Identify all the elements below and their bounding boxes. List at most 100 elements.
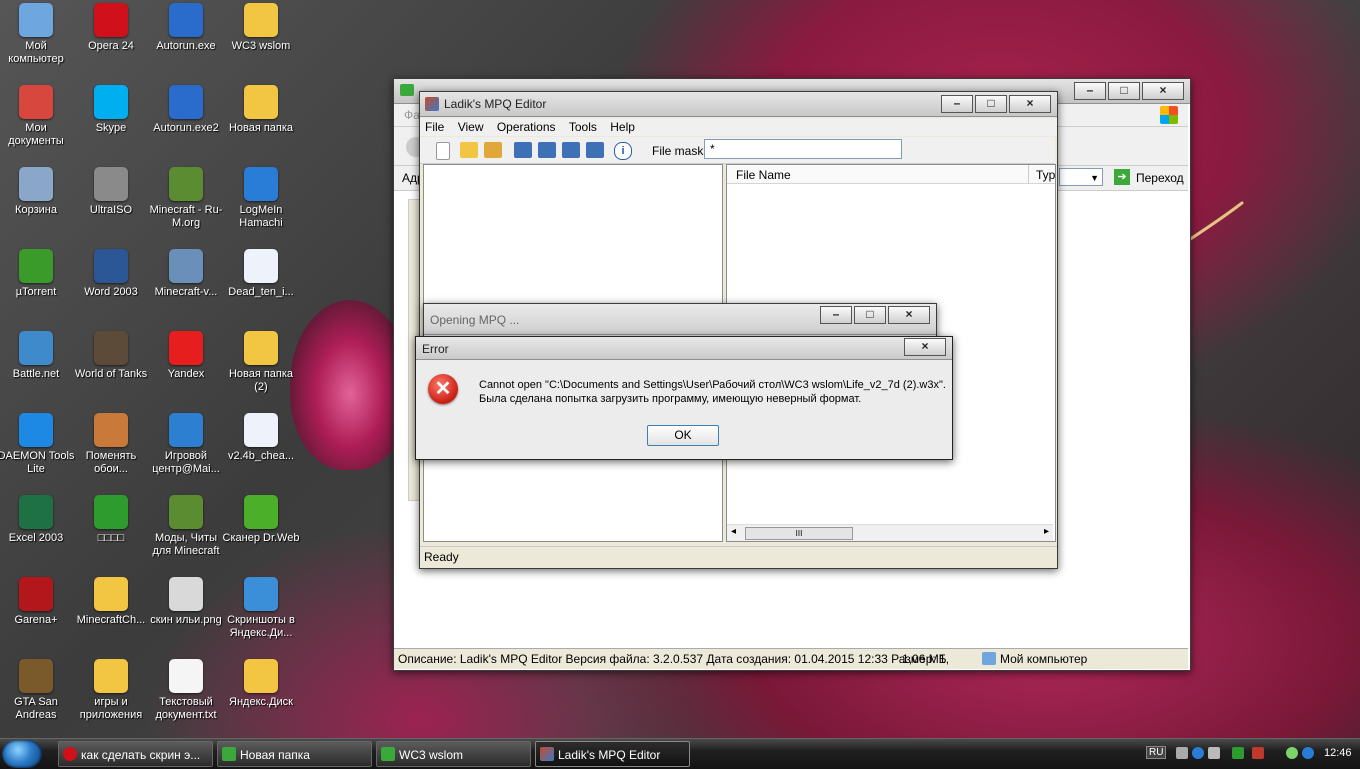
desktop-icon[interactable]: µTorrent [0,249,75,299]
my-documents-icon [19,85,53,119]
menu-tools[interactable]: Tools [564,118,602,136]
desktop-icon[interactable]: игры и приложения [72,659,150,722]
desktop-icon[interactable]: Yandex [147,331,225,381]
close-button[interactable]: × [904,338,946,356]
desktop-icon[interactable]: Игровой центр@Mai... [147,413,225,476]
desktop-icon[interactable]: Мой компьютер [0,3,75,66]
menu-file-partial[interactable]: Фа [404,108,420,122]
desktop-icon[interactable]: Поменять обои... [72,413,150,476]
mpq-titlebar[interactable]: Ladik's MPQ Editor – □ × [420,92,1057,117]
menu-view[interactable]: View [453,118,489,136]
menu-file[interactable]: File [420,118,449,136]
go-arrow-icon[interactable]: ➔ [1114,169,1130,185]
desktop-icon[interactable]: Мои документы [0,85,75,148]
desktop-icon[interactable]: Корзина [0,167,75,217]
taskbar-item-mpq-editor[interactable]: Ladik's MPQ Editor [535,741,690,767]
language-indicator[interactable]: RU [1146,746,1167,759]
start-button[interactable] [2,740,42,768]
desktop-icon[interactable]: Minecraft-v... [147,249,225,299]
new-file-icon[interactable] [436,142,450,160]
desktop-icon[interactable]: Новая папка [222,85,300,135]
taskbar-item-opera[interactable]: как сделать скрин э... [58,741,213,767]
ok-button[interactable]: OK [647,425,719,446]
desktop-icon-label: Yandex [167,368,205,380]
scroll-thumb[interactable]: III [745,527,853,540]
close-button[interactable]: × [888,306,930,324]
horizontal-scrollbar[interactable]: ◂ III ▸ [727,524,1053,541]
desktop-icon[interactable]: Autorun.exe2 [147,85,225,135]
column-file-name[interactable]: File Name [736,168,791,182]
error-dialog[interactable]: Error × ✕ Cannot open "C:\Documents and … [415,336,953,460]
scroll-left-icon[interactable]: ◂ [731,526,736,537]
minimize-button[interactable]: – [820,306,852,324]
desktop-icon[interactable]: Word 2003 [72,249,150,299]
desktop-icon-label: игры и приложения [79,696,143,721]
scroll-right-icon[interactable]: ▸ [1044,526,1049,537]
open-folder-icon[interactable] [460,142,478,158]
desktop-icon[interactable]: Моды, Читы для Minecraft [147,495,225,558]
desktop-icon[interactable]: Сканер Dr.Web [222,495,300,545]
view-details-icon[interactable] [586,142,604,158]
recycle-bin-icon [19,167,53,201]
tray-network-icon[interactable] [1176,747,1188,759]
menu-help[interactable]: Help [605,118,640,136]
file-mask-input[interactable]: * [704,139,902,159]
desktop-icon[interactable]: Minecraft - Ru-M.org [147,167,225,230]
maximize-button[interactable]: □ [854,306,886,324]
address-dropdown[interactable]: ▼ [1059,168,1103,186]
desktop-icon[interactable]: WC3 wslom [222,3,300,53]
tray-shield-icon[interactable] [1232,747,1244,759]
tray-yandex-icon[interactable] [1286,747,1298,759]
close-button[interactable]: × [1009,95,1051,113]
desktop-icon[interactable]: LogMeIn Hamachi [222,167,300,230]
desktop-icon-label: Игровой центр@Mai... [152,450,220,475]
view-small-icons-icon[interactable] [538,142,556,158]
tray-antivirus-icon[interactable] [1252,747,1264,759]
close-button[interactable]: × [1142,82,1184,100]
desktop-icon[interactable]: Dead_ten_i... [222,249,300,299]
minimize-button[interactable]: – [941,95,973,113]
desktop-icon[interactable]: Opera 24 [72,3,150,53]
opening-titlebar[interactable]: Opening MPQ ... – □ × [424,304,936,335]
desktop-icon[interactable]: Skype [72,85,150,135]
tray-volume-icon[interactable] [1208,747,1220,759]
error-titlebar[interactable]: Error × [416,337,952,360]
go-button[interactable]: Переход [1136,171,1184,185]
minimize-button[interactable]: – [1074,82,1106,100]
desktop-icon[interactable]: скин ильи.png [147,577,225,627]
desktop-icon[interactable]: GTA San Andreas [0,659,75,722]
tray-hamachi2-icon[interactable] [1302,747,1314,759]
desktop-icon[interactable]: □□□□ [72,495,150,545]
desktop-icon[interactable]: DAEMON Tools Lite [0,413,75,476]
taskbar-item-new-folder[interactable]: Новая папка [217,741,372,767]
info-icon[interactable]: i [614,142,632,160]
excel-icon [19,495,53,529]
desktop-icon[interactable]: World of Tanks [72,331,150,381]
minecraft-icon [169,167,203,201]
taskbar-item-wc3-wslom[interactable]: WC3 wslom [376,741,531,767]
battlenet-icon [19,331,53,365]
column-type[interactable]: Typ [1036,168,1055,182]
desktop-icon[interactable]: Excel 2003 [0,495,75,545]
open-folder-star-icon[interactable] [484,142,502,158]
desktop-icon[interactable]: Текстовый документ.txt [147,659,225,722]
desktop-icon[interactable]: v2.4b_chea... [222,413,300,463]
desktop-icon[interactable]: Battle.net [0,331,75,381]
desktop-icon[interactable]: Autorun.exe [147,3,225,53]
desktop-icon[interactable]: UltraISO [72,167,150,217]
maximize-button[interactable]: □ [1108,82,1140,100]
maximize-button[interactable]: □ [975,95,1007,113]
desktop-icon[interactable]: Garena+ [0,577,75,627]
desktop-icon[interactable]: Новая папка (2) [222,331,300,394]
desktop-icon[interactable]: MinecraftCh... [72,577,150,627]
view-large-icons-icon[interactable] [514,142,532,158]
taskbar: как сделать скрин э... Новая папка WC3 w… [0,738,1360,769]
desktop-icon-label: Текстовый документ.txt [155,696,217,721]
desktop-icon[interactable]: Яндекс.Диск [222,659,300,709]
menu-operations[interactable]: Operations [492,118,561,136]
tray-hamachi-icon[interactable] [1192,747,1204,759]
error-message-line2: Была сделана попытка загрузить программу… [479,393,862,405]
desktop-icon[interactable]: Скриншоты в Яндекс.Ди... [222,577,300,640]
view-list-icon[interactable] [562,142,580,158]
clock[interactable]: 12:46 [1324,747,1352,759]
